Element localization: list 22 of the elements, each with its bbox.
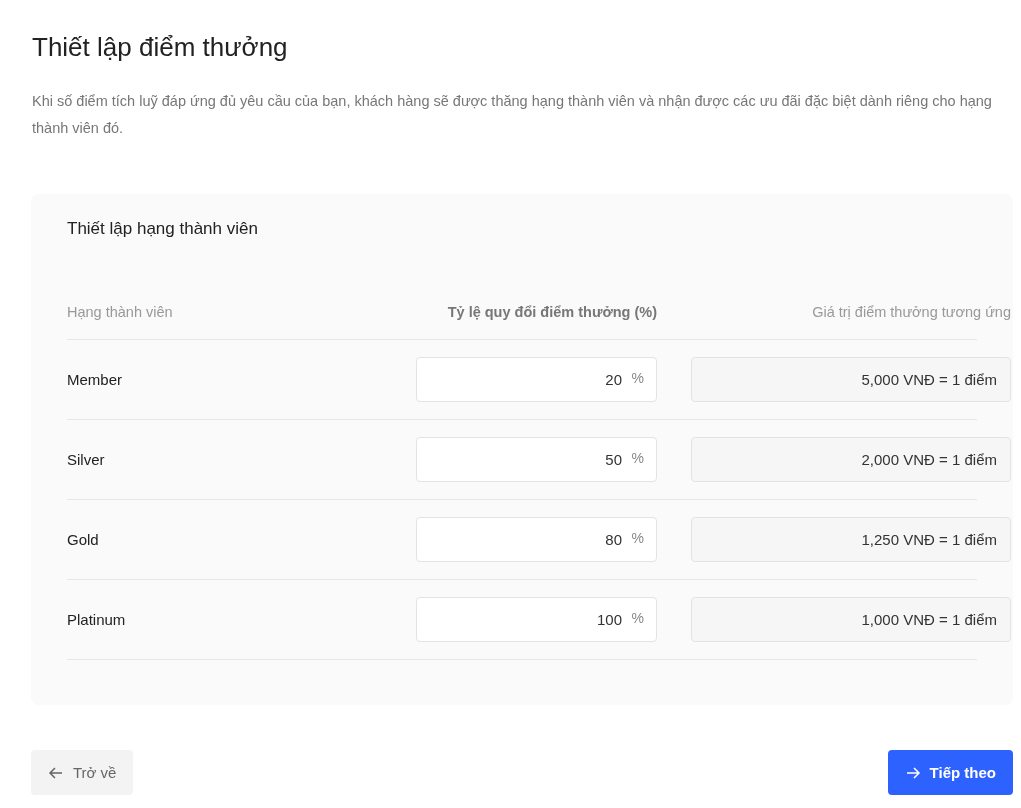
card-title: Thiết lập hạng thành viên <box>67 218 259 240</box>
tier-name: Silver <box>67 451 106 468</box>
column-header: Hạng thành viên <box>67 303 174 320</box>
column-header: Giá trị điểm thưởng tương ứng <box>811 303 1011 320</box>
page-description: Khi số điểm tích luỹ đáp ứng đủ yêu cầu của bạn, khách hàng sẽ được thăng hạng thành viên và nhận được các ưu đãi đặc biệt dành riêng cho hạng thành viên đó. <box>32 92 993 138</box>
point-value-field: 1,000 VNĐ = 1 điểm <box>691 597 1011 642</box>
percent-unit: % <box>631 530 644 546</box>
tier-name: Gold <box>67 531 100 548</box>
point-value-field: 5,000 VNĐ = 1 điểm <box>691 357 1011 402</box>
back-button[interactable]: Trở về <box>31 750 134 795</box>
arrow-right-icon <box>904 764 921 781</box>
tier-name: Member <box>67 371 123 388</box>
point-value-field: 1,250 VNĐ = 1 điểm <box>691 517 1011 562</box>
next-button[interactable]: Tiếp theo <box>887 750 1013 795</box>
point-value-field: 2,000 VNĐ = 1 điểm <box>691 437 1011 482</box>
percent-unit: % <box>631 610 644 626</box>
tier-name: Platinum <box>67 611 127 628</box>
column-header: Tỷ lệ quy đổi điểm thưởng (%) <box>446 303 657 320</box>
arrow-left-icon <box>48 764 64 781</box>
percent-unit: % <box>631 370 644 386</box>
page-title: Thiết lập điểm thưởng <box>32 31 289 64</box>
percent-unit: % <box>631 450 644 466</box>
